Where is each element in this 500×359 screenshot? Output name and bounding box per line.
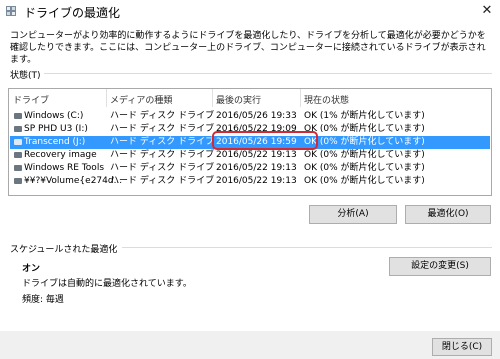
drive-row[interactable]: ¥¥?¥Volume{e274d... ハード ディスク ドライブ 2016/0… [10, 175, 490, 188]
column-divider[interactable] [300, 89, 301, 107]
schedule-info: ドライブは自動的に最適化されています。 [22, 279, 192, 289]
schedule-state: オン [22, 264, 41, 274]
drive-status: OK (0% が断片化しています) [304, 163, 425, 173]
hard-drive-icon [14, 165, 22, 171]
drive-status: OK (0% が断片化しています) [304, 176, 425, 186]
window-title: ドライブの最適化 [24, 6, 121, 20]
drive-status: OK (0% が断片化しています) [304, 150, 425, 160]
analyze-button[interactable]: 分析(A) [309, 205, 397, 224]
footer-bar [0, 331, 500, 359]
hard-drive-icon [14, 139, 22, 145]
drive-media-type: ハード ディスク ドライブ [110, 124, 215, 134]
window-close-icon[interactable]: ✕ [478, 2, 496, 20]
title-bar: ドライブの最適化 ✕ [0, 0, 500, 24]
schedule-label: スケジュールされた最適化 [10, 245, 118, 255]
drive-row[interactable]: Windows (C:) ハード ディスク ドライブ 2016/05/26 19… [10, 110, 490, 123]
column-divider[interactable] [212, 89, 213, 107]
close-button[interactable]: 閉じる(C) [432, 338, 492, 356]
drive-name: Windows (C:) [24, 111, 84, 121]
change-settings-button[interactable]: 設定の変更(S) [389, 257, 491, 276]
drive-media-type: ハード ディスク ドライブ [110, 111, 215, 121]
column-header-current-status[interactable]: 現在の状態 [304, 93, 349, 106]
status-separator [44, 73, 492, 74]
drive-last-run: 2016/05/22 19:13 [216, 163, 297, 173]
hard-drive-icon [14, 126, 22, 132]
hard-drive-icon [14, 178, 22, 184]
drive-name: ¥¥?¥Volume{e274d... [24, 176, 123, 186]
drive-name: SP PHD U3 (I:) [24, 124, 88, 134]
schedule-frequency: 頻度: 毎週 [22, 295, 64, 305]
schedule-separator [122, 247, 492, 248]
optimize-button[interactable]: 最適化(O) [405, 205, 491, 224]
drive-name: Transcend (J:) [24, 137, 86, 147]
description-text: コンピューターがより効率的に動作するようにドライブを最適化したり、ドライブを分析… [10, 31, 486, 65]
drive-status: OK (1% が断片化しています) [304, 111, 425, 121]
defrag-app-icon [6, 6, 16, 16]
drive-media-type: ハード ディスク ドライブ [110, 137, 215, 147]
column-header-drive[interactable]: ドライブ [13, 93, 49, 106]
drive-status: OK (0% が断片化しています) [304, 124, 425, 134]
drive-row[interactable]: Windows RE Tools ハード ディスク ドライブ 2016/05/2… [10, 162, 490, 175]
drive-name: Recovery image [24, 150, 97, 160]
drive-last-run: 2016/05/26 19:33 [216, 111, 297, 121]
column-header-last-run[interactable]: 最後の実行 [216, 93, 261, 106]
column-header-media-type[interactable]: メディアの種類 [110, 93, 172, 106]
column-divider[interactable] [106, 89, 107, 107]
drive-status: OK (0% が断片化しています) [304, 137, 425, 147]
drive-name: Windows RE Tools [24, 163, 105, 173]
annotation-highlight-box [212, 131, 318, 150]
drive-last-run: 2016/05/22 19:13 [216, 176, 297, 186]
hard-drive-icon [14, 113, 22, 119]
drive-media-type: ハード ディスク ドライブ [110, 176, 215, 186]
status-label: 状態(T) [10, 71, 41, 81]
drive-media-type: ハード ディスク ドライブ [110, 163, 215, 173]
drive-last-run: 2016/05/22 19:13 [216, 150, 297, 160]
hard-drive-icon [14, 152, 22, 158]
drive-row[interactable]: Recovery image ハード ディスク ドライブ 2016/05/22 … [10, 149, 490, 162]
drive-media-type: ハード ディスク ドライブ [110, 150, 215, 160]
